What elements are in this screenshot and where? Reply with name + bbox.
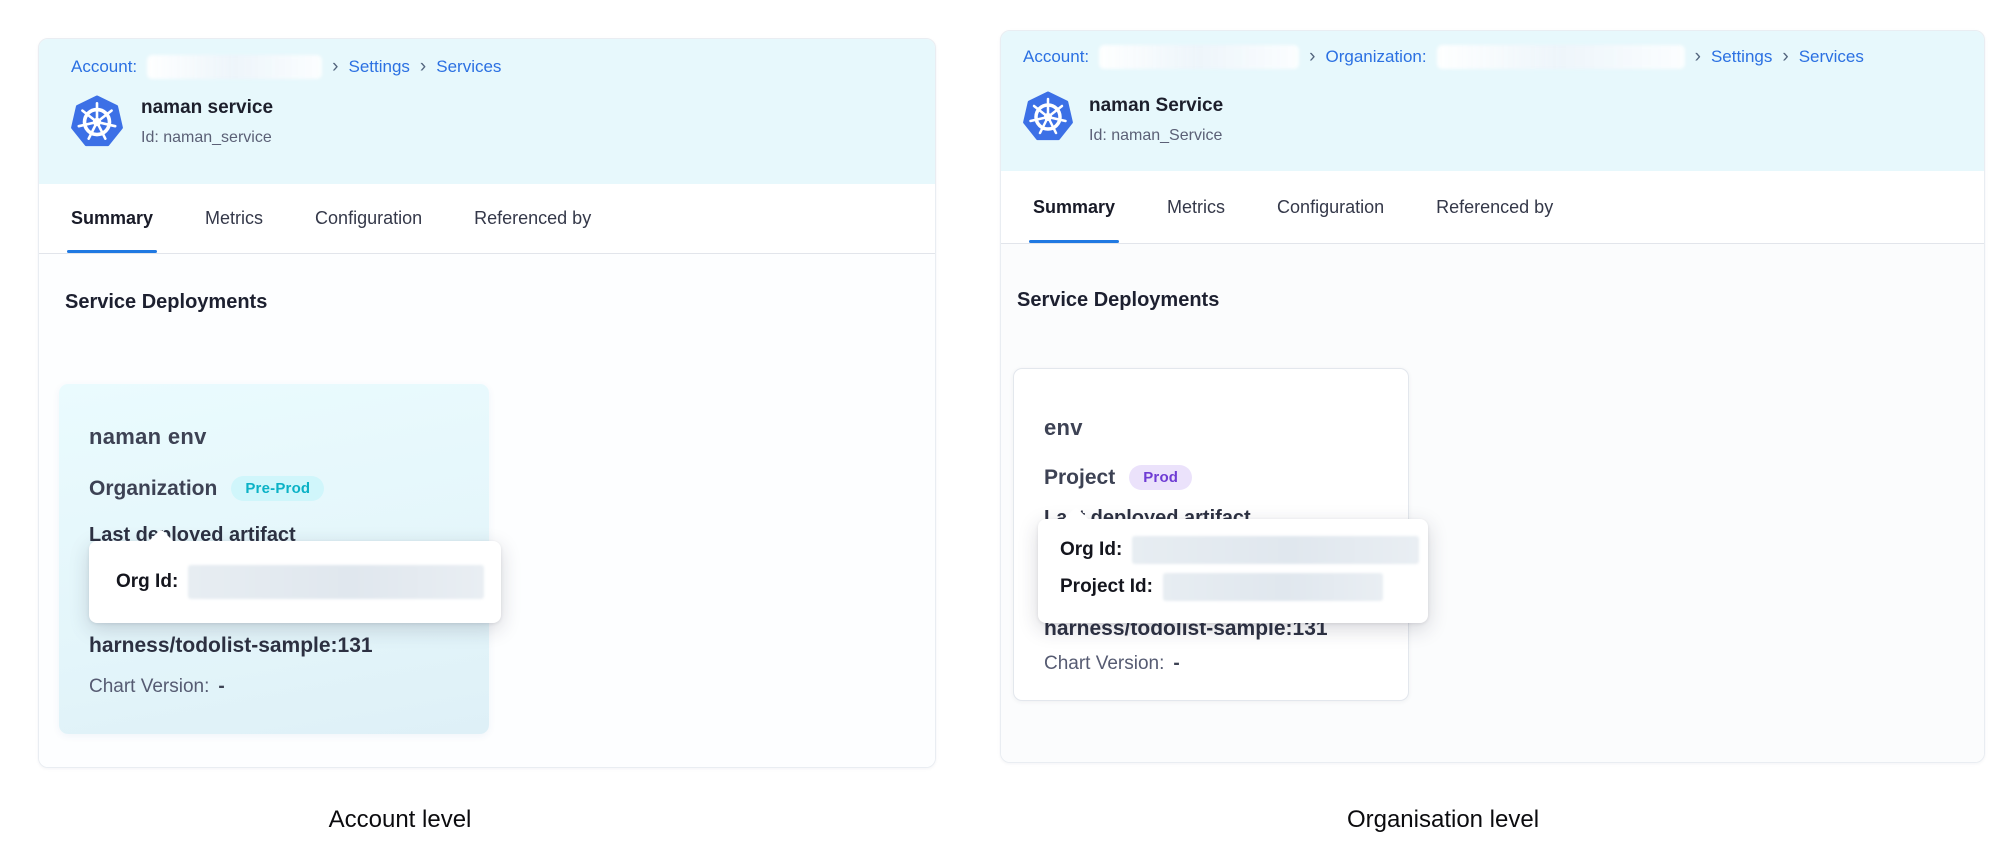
redacted-account-name	[147, 55, 322, 79]
redacted-org-id-value	[1132, 536, 1419, 564]
org-project-id-tooltip: Org Id: Project Id:	[1038, 519, 1428, 623]
kubernetes-icon	[1023, 91, 1073, 141]
service-name: naman service	[141, 97, 273, 119]
section-title: Service Deployments	[1017, 289, 1219, 312]
scope-row: Organization Pre-Prod	[89, 476, 324, 501]
service-header: Account: › Organization: › Settings › Se…	[1001, 31, 1984, 171]
breadcrumb: Account: › Organization: › Settings › Se…	[1023, 45, 1864, 69]
org-id-label: Org Id:	[116, 571, 178, 593]
tooltip-row: Org Id:	[1060, 536, 1428, 564]
tab-configuration[interactable]: Configuration	[315, 184, 422, 253]
environment-name: env	[1044, 415, 1083, 441]
service-id: Id: naman_service	[141, 129, 272, 147]
redacted-project-id-value	[1163, 573, 1383, 601]
organisation-level-caption: Organisation level	[1273, 806, 1613, 834]
tab-referenced-by[interactable]: Referenced by	[1436, 171, 1553, 243]
scope-label: Project	[1044, 466, 1115, 490]
chevron-right-icon: ›	[332, 57, 338, 78]
chevron-right-icon: ›	[1782, 47, 1788, 68]
account-level-panel: Account: › Settings › Services	[38, 38, 936, 768]
breadcrumb-account-link[interactable]: Account:	[1023, 47, 1089, 67]
chart-version-label: Chart Version:	[89, 676, 209, 697]
redacted-org-id-value	[188, 565, 484, 599]
chart-version: Chart Version:-	[1044, 653, 1180, 675]
org-id-tooltip: Org Id:	[89, 541, 501, 623]
project-id-label: Project Id:	[1060, 576, 1153, 598]
breadcrumb: Account: › Settings › Services	[71, 55, 501, 79]
org-id-label: Org Id:	[1060, 539, 1122, 561]
chart-version-value: -	[1173, 653, 1179, 674]
breadcrumb-settings-link[interactable]: Settings	[1711, 47, 1772, 67]
tab-referenced-by[interactable]: Referenced by	[474, 184, 591, 253]
redacted-organization-name	[1437, 45, 1685, 69]
scope-label: Organization	[89, 477, 217, 501]
tab-summary[interactable]: Summary	[1033, 171, 1115, 243]
breadcrumb-account-link[interactable]: Account:	[71, 57, 137, 77]
tooltip-row: Org Id:	[89, 541, 501, 623]
service-id: Id: naman_Service	[1089, 127, 1222, 145]
artifact-name: harness/todolist-sample:131	[89, 634, 373, 658]
tooltip-row: Project Id:	[1060, 573, 1428, 601]
environment-name: naman env	[89, 424, 207, 450]
tabs-bar: Summary Metrics Configuration Referenced…	[1001, 171, 1984, 244]
env-type-badge: Prod	[1129, 465, 1192, 490]
env-type-badge: Pre-Prod	[231, 476, 324, 501]
breadcrumb-settings-link[interactable]: Settings	[348, 57, 409, 77]
chart-version-value: -	[218, 676, 224, 697]
tab-configuration[interactable]: Configuration	[1277, 171, 1384, 243]
breadcrumb-services-link[interactable]: Services	[1799, 47, 1864, 67]
tabs-bar: Summary Metrics Configuration Referenced…	[39, 184, 935, 254]
tab-metrics[interactable]: Metrics	[1167, 171, 1225, 243]
chevron-right-icon: ›	[420, 57, 426, 78]
chevron-right-icon: ›	[1309, 47, 1315, 68]
chart-version-label: Chart Version:	[1044, 653, 1164, 674]
scope-row: Project Prod	[1044, 465, 1192, 490]
tab-metrics[interactable]: Metrics	[205, 184, 263, 253]
breadcrumb-services-link[interactable]: Services	[436, 57, 501, 77]
account-level-caption: Account level	[230, 806, 570, 834]
chevron-right-icon: ›	[1695, 47, 1701, 68]
breadcrumb-organization-link[interactable]: Organization:	[1325, 47, 1426, 67]
service-header: Account: › Settings › Services	[39, 39, 935, 184]
redacted-account-name	[1099, 45, 1299, 69]
section-title: Service Deployments	[65, 291, 267, 314]
kubernetes-icon	[71, 95, 123, 147]
chart-version: Chart Version:-	[89, 676, 225, 698]
tab-summary[interactable]: Summary	[71, 184, 153, 253]
organisation-level-panel: Account: › Organization: › Settings › Se…	[1000, 30, 1985, 763]
service-name: naman Service	[1089, 95, 1223, 117]
